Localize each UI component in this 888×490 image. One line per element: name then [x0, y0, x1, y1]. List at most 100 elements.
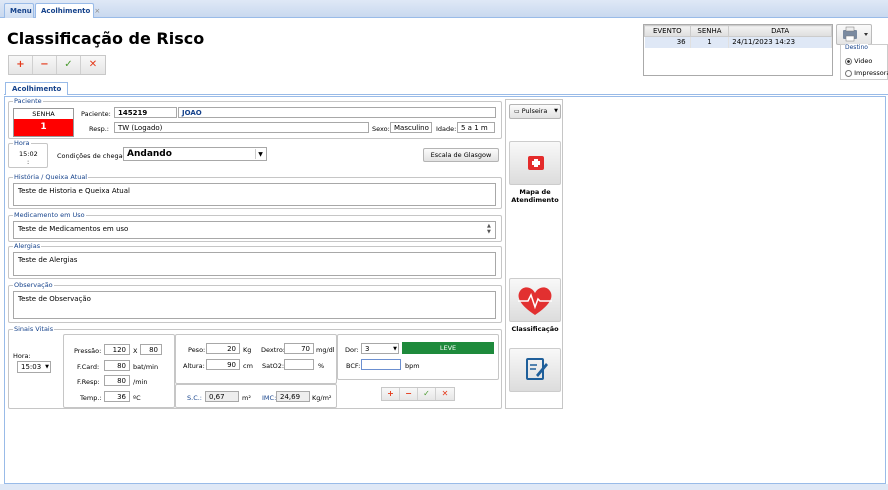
- subtab-acolhimento[interactable]: Acolhimento: [5, 82, 69, 95]
- remove-button[interactable]: −: [33, 56, 57, 74]
- resp-label: Resp.:: [89, 125, 109, 133]
- sexo-label: Sexo:: [372, 125, 390, 133]
- sc-label: S.C.:: [187, 394, 202, 402]
- resp-field[interactable]: TW (Logado): [114, 122, 369, 133]
- edit-document-icon: [526, 358, 548, 380]
- medicamento-group: Medicamento em Uso Teste de Medicamentos…: [8, 211, 502, 242]
- tab-menu[interactable]: Menu: [4, 3, 34, 18]
- pressao-sys-field[interactable]: 120: [104, 344, 130, 355]
- cancel-button[interactable]: ✕: [81, 56, 105, 74]
- chevron-down-icon: ▼: [393, 346, 397, 352]
- imc-unit: Kg/m²: [312, 394, 332, 402]
- radio-impressora[interactable]: Impressora: [845, 69, 888, 77]
- sexo-field[interactable]: Masculino: [390, 122, 432, 133]
- pulseira-button[interactable]: ▭ Pulseira ▼: [509, 104, 561, 119]
- vitais-cancel-button[interactable]: ✕: [436, 388, 454, 400]
- chegada-select[interactable]: Andando ▼: [123, 147, 267, 161]
- vitais-sub-3: S.C.: 0,67 m² IMC: 24,69 Kg/m²: [175, 384, 337, 408]
- vitais-sub-1: Pressão: 120 X 80 F.Card: 80 bat/min F.R…: [63, 334, 175, 408]
- edit-document-button[interactable]: [509, 348, 561, 392]
- vitais-add-button[interactable]: +: [382, 388, 400, 400]
- hora-separator: :: [27, 158, 30, 166]
- chevron-down-icon: ▼: [554, 108, 558, 114]
- scroll-arrows-icon[interactable]: ▲ ▼: [487, 223, 491, 235]
- printer-icon: [843, 26, 868, 42]
- vitais-toolbar: + − ✓ ✕: [381, 387, 455, 401]
- dor-level-badge: LEVE: [402, 342, 494, 354]
- vitais-legend: Sinais Vitais: [13, 325, 55, 333]
- dextro-label: Dextro:: [261, 346, 285, 354]
- paciente-nome-field[interactable]: JOAO: [178, 107, 496, 118]
- hora-legend: Hora: [13, 139, 31, 147]
- vitais-group: Sinais Vitais Hora: 15:03 ▼ Pressão: 120 …: [8, 325, 502, 409]
- senha-label: SENHA: [14, 109, 73, 119]
- fcard-label: F.Card:: [77, 363, 100, 371]
- pulseira-label: Pulseira: [521, 107, 548, 115]
- alergias-textarea[interactable]: Teste de Alergias: [13, 252, 496, 276]
- dextro-unit: mg/dl: [316, 346, 335, 354]
- sat-field[interactable]: [284, 359, 314, 370]
- bcf-field[interactable]: [361, 359, 401, 370]
- radio-impressora-label: Impressora: [854, 69, 888, 77]
- chegada-value: Andando: [127, 149, 172, 159]
- alergias-legend: Alergias: [13, 242, 42, 250]
- col-evento[interactable]: EVENTO: [644, 25, 691, 37]
- observacao-textarea[interactable]: Teste de Observação: [13, 291, 496, 319]
- page-title: Classificação de Risco: [7, 29, 205, 48]
- historia-textarea[interactable]: Teste de Historia e Queixa Atual: [13, 183, 496, 206]
- sat-label: SatO2:: [262, 362, 285, 370]
- temp-field[interactable]: 36: [104, 391, 130, 402]
- close-icon[interactable]: ×: [94, 7, 100, 15]
- temp-label: Temp.:: [80, 394, 102, 402]
- paciente-label: Paciente:: [81, 110, 111, 118]
- fcard-field[interactable]: 80: [104, 360, 130, 371]
- vitais-confirm-button[interactable]: ✓: [418, 388, 436, 400]
- dextro-field[interactable]: 70: [284, 343, 314, 354]
- table-row[interactable]: 36 1 24/11/2023 14:23: [644, 36, 832, 48]
- paciente-legend: Paciente: [13, 97, 43, 105]
- side-panel: ▭ Pulseira ▼ Mapa de Atendimento Classifi…: [505, 99, 563, 409]
- bcf-label: BCF:: [346, 362, 361, 370]
- imc-label: IMC:: [262, 394, 277, 402]
- tab-acolhimento-label: Acolhimento: [41, 7, 91, 15]
- heart-pulse-icon: [518, 287, 552, 315]
- hora-group: Hora 15:02 :: [8, 139, 48, 168]
- pressao-dia-field[interactable]: 80: [140, 344, 162, 355]
- cell-senha: 1: [690, 36, 730, 48]
- paciente-id-field[interactable]: 145219: [114, 107, 177, 118]
- events-grid: EVENTO SENHA DATA 36 1 24/11/2023 14:23: [643, 24, 833, 76]
- vitais-remove-button[interactable]: −: [400, 388, 418, 400]
- senha-box: SENHA 1: [13, 108, 74, 137]
- confirm-button[interactable]: ✓: [57, 56, 81, 74]
- vitais-hora-value: 15:03: [21, 363, 42, 371]
- col-data[interactable]: DATA: [728, 25, 832, 37]
- destino-legend: Destino: [845, 44, 868, 51]
- fresp-unit: /min: [133, 378, 148, 386]
- fresp-label: F.Resp:: [77, 378, 100, 386]
- mapa-atendimento-button[interactable]: [509, 141, 561, 185]
- vitais-hora-select[interactable]: 15:03 ▼: [17, 361, 51, 373]
- add-button[interactable]: +: [9, 56, 33, 74]
- cell-data: 24/11/2023 14:23: [728, 36, 832, 48]
- senha-value: 1: [14, 119, 73, 136]
- altura-field[interactable]: 90: [206, 359, 240, 370]
- idade-field[interactable]: 5 a 1 m: [457, 122, 495, 133]
- vitais-sub-4: Dor: 3 ▼ LEVE BCF: bpm: [337, 334, 499, 380]
- hora-value[interactable]: 15:02: [19, 150, 38, 158]
- radio-video[interactable]: Video: [845, 57, 872, 65]
- glasgow-button[interactable]: Escala de Glasgow: [423, 148, 499, 162]
- print-button[interactable]: [836, 24, 872, 45]
- classificacao-button[interactable]: [509, 278, 561, 322]
- imc-field: 24,69: [276, 391, 310, 402]
- medicamento-textarea[interactable]: Teste de Medicamentos em uso: [13, 221, 496, 239]
- chevron-down-icon: ▼: [45, 364, 49, 370]
- main-toolbar: + − ✓ ✕: [8, 55, 106, 75]
- fresp-field[interactable]: 80: [104, 375, 130, 386]
- dor-value: 3: [365, 345, 370, 353]
- medicamento-legend: Medicamento em Uso: [13, 211, 86, 219]
- col-senha[interactable]: SENHA: [689, 25, 730, 37]
- dor-select[interactable]: 3 ▼: [361, 343, 399, 354]
- temp-unit: ºC: [133, 394, 141, 402]
- tab-acolhimento[interactable]: Acolhimento ×: [35, 3, 100, 18]
- peso-field[interactable]: 20: [206, 343, 240, 354]
